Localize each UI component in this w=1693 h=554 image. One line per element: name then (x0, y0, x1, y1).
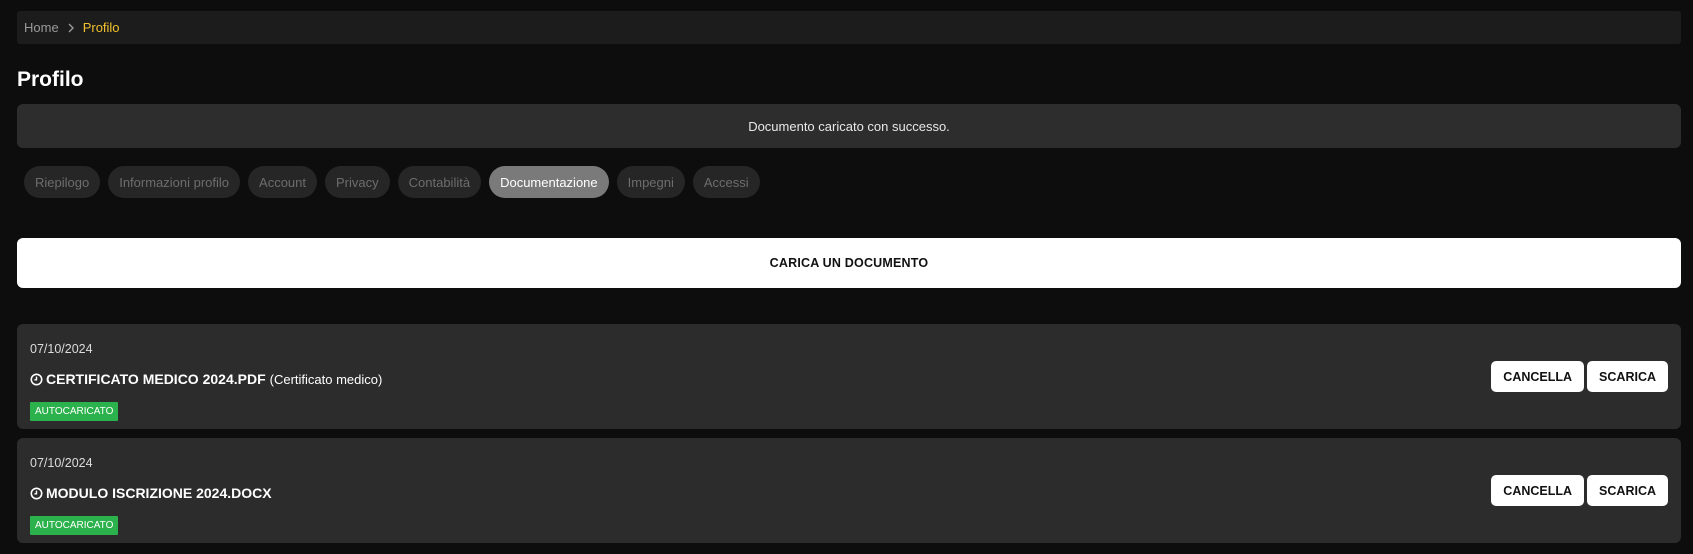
document-date: 07/10/2024 (30, 342, 93, 356)
success-alert: Documento caricato con successo. (17, 104, 1681, 148)
download-button[interactable]: SCARICA (1587, 361, 1668, 392)
document-card: 07/10/2024 CERTIFICATO MEDICO 2024.PDF (… (17, 324, 1681, 429)
tab-riepilogo[interactable]: Riepilogo (24, 166, 101, 198)
document-title-row: CERTIFICATO MEDICO 2024.PDF (Certificato… (30, 371, 382, 387)
tab-accessi[interactable]: Accessi (692, 166, 760, 198)
chevron-right-icon (67, 23, 75, 33)
tab-contabilita[interactable]: Contabilità (397, 166, 482, 198)
document-card: 07/10/2024 MODULO ISCRIZIONE 2024.DOCX A… (17, 438, 1681, 543)
breadcrumb: Home Profilo (17, 11, 1681, 44)
tab-account[interactable]: Account (248, 166, 318, 198)
alert-message: Documento caricato con successo. (748, 118, 950, 134)
document-name: CERTIFICATO MEDICO 2024.PDF (46, 371, 266, 387)
status-badge: AUTOCARICATO (30, 516, 119, 535)
tab-impegni[interactable]: Impegni (616, 166, 685, 198)
document-type: (Certificato medico) (269, 371, 383, 387)
tab-privacy[interactable]: Privacy (325, 166, 390, 198)
clock-icon (30, 487, 43, 500)
upload-document-button[interactable]: CARICA UN DOCUMENTO (17, 238, 1681, 288)
document-title-row: MODULO ISCRIZIONE 2024.DOCX (30, 485, 276, 501)
delete-button[interactable]: CANCELLA (1491, 475, 1585, 506)
document-actions: CANCELLA SCARICA (1491, 475, 1668, 506)
document-date: 07/10/2024 (30, 456, 93, 470)
download-button[interactable]: SCARICA (1587, 475, 1668, 506)
page: Home Profilo Profilo Documento caricato … (0, 0, 1693, 554)
clock-icon (30, 373, 43, 386)
breadcrumb-home-link[interactable]: Home (24, 20, 59, 35)
document-name: MODULO ISCRIZIONE 2024.DOCX (46, 485, 272, 501)
page-title: Profilo (17, 68, 84, 91)
profile-tabs: Riepilogo Informazioni profilo Account P… (24, 166, 760, 198)
breadcrumb-current: Profilo (82, 20, 120, 35)
document-actions: CANCELLA SCARICA (1491, 361, 1668, 392)
tab-documentazione[interactable]: Documentazione (489, 166, 609, 198)
status-badge: AUTOCARICATO (30, 402, 119, 421)
delete-button[interactable]: CANCELLA (1491, 361, 1585, 392)
tab-informazioni-profilo[interactable]: Informazioni profilo (108, 166, 241, 198)
